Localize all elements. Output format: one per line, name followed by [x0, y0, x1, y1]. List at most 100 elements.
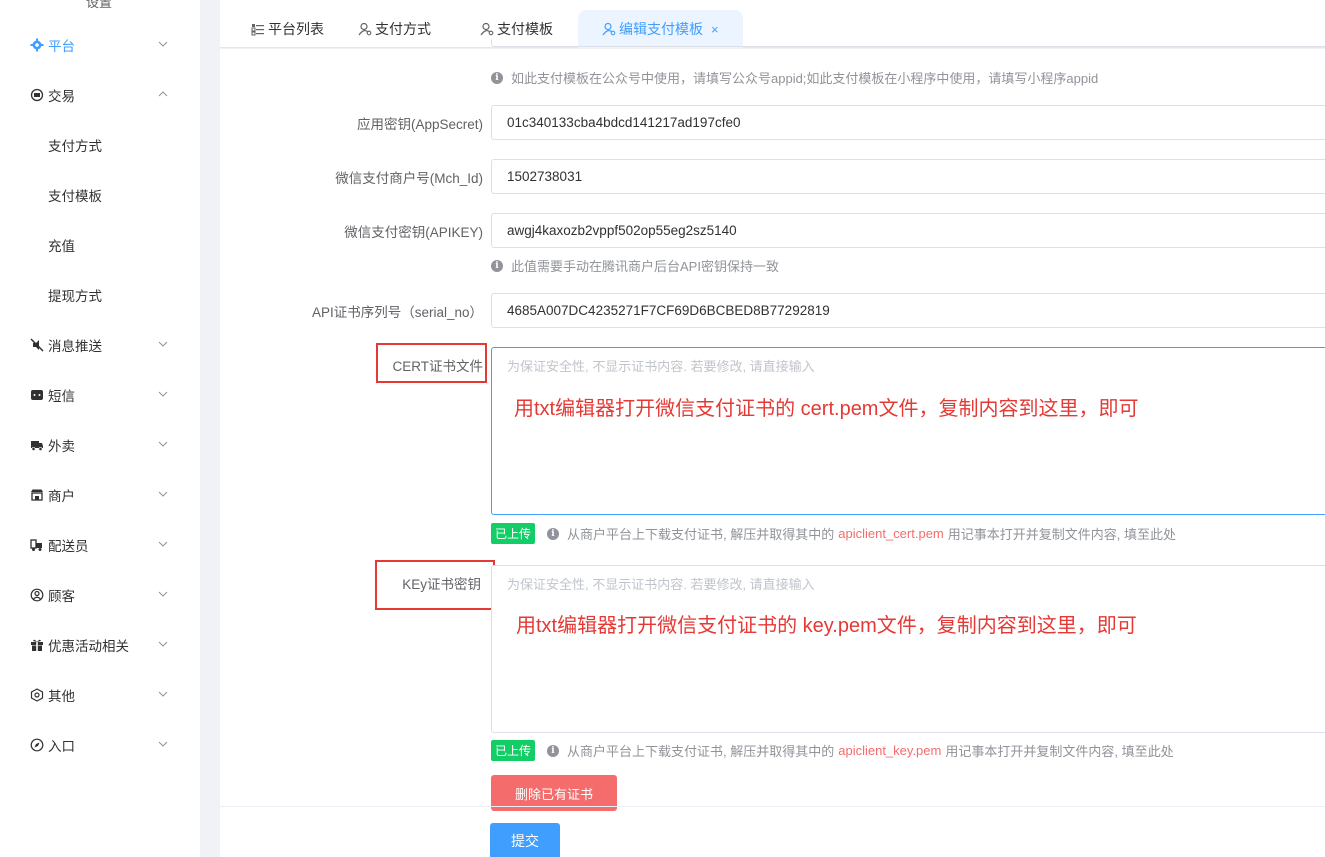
delivery-truck-icon	[30, 438, 44, 452]
chevron-down-icon	[158, 591, 168, 597]
chevron-down-icon	[158, 41, 168, 47]
key-tip-text-end: 用记事本打开并复制文件内容, 填至此处	[945, 744, 1174, 759]
sidebar-item-label: 入口	[48, 739, 75, 754]
sidebar-item-label: 交易	[48, 89, 75, 104]
info-icon: i	[547, 744, 560, 757]
key-tip-filename: apiclient_key.pem	[838, 743, 942, 758]
mchid-value: 1502738031	[507, 169, 583, 184]
sidebar-item-promotions[interactable]: 优惠活动相关	[0, 620, 200, 670]
hexagon-icon	[30, 688, 44, 702]
key-tip: 已上传 i 从商户平台上下载支付证书, 解压并取得其中的 apiclient_k…	[491, 740, 1174, 761]
trade-icon	[30, 88, 44, 102]
serial-value: 4685A007DC4235271F7CF69D6BCBED8B77292819	[507, 303, 830, 318]
compass-icon	[30, 738, 44, 752]
appid-tip-text: 如此支付模板在公众号中使用，请填写公众号appid;如此支付模板在小程序中使用，…	[511, 71, 1099, 86]
mute-icon	[30, 338, 44, 352]
sidebar-item-entry[interactable]: 入口	[0, 720, 200, 770]
cert-tip-text: 从商户平台上下载支付证书, 解压并取得其中的	[567, 527, 835, 542]
gear-icon	[30, 38, 44, 52]
sidebar-subitem-label: 提现方式	[48, 289, 102, 304]
cert-textarea[interactable]: 为保证安全性, 不显示证书内容. 若要修改, 请直接输入	[491, 347, 1325, 515]
tab-platform-list[interactable]: 平台列表	[251, 10, 324, 48]
chevron-down-icon	[158, 441, 168, 447]
chevron-down-icon	[158, 541, 168, 547]
uploaded-badge: 已上传	[491, 740, 536, 761]
appsecret-input[interactable]: 01c340133cba4bdcd141217ad197cfe0	[491, 105, 1325, 140]
cert-tip-filename: apiclient_cert.pem	[838, 526, 944, 541]
apikey-tip-text: 此值需要手动在腾讯商户后台API密钥保持一致	[511, 259, 779, 274]
cert-placeholder: 为保证安全性, 不显示证书内容. 若要修改, 请直接输入	[507, 359, 815, 374]
sidebar-cut-title: 设置	[86, 0, 113, 10]
mchid-input[interactable]: 1502738031	[491, 159, 1325, 194]
chevron-down-icon	[158, 341, 168, 347]
courier-icon	[30, 538, 44, 552]
submit-button[interactable]: 提交	[490, 823, 560, 857]
info-icon: i	[491, 71, 503, 84]
sidebar-item-label: 短信	[48, 389, 75, 404]
key-tip-text: 从商户平台上下载支付证书, 解压并取得其中的	[567, 744, 835, 759]
apikey-label: 微信支付密钥(APIKEY)	[344, 225, 483, 240]
cert-tip-text-end: 用记事本打开并复制文件内容, 填至此处	[947, 527, 1176, 542]
sidebar-item-label: 其他	[48, 689, 75, 704]
divider	[220, 806, 1325, 807]
info-icon: i	[547, 527, 560, 540]
sidebar-item-label: 外卖	[48, 439, 75, 454]
chevron-up-icon	[158, 91, 168, 97]
key-placeholder: 为保证安全性, 不显示证书内容. 若要修改, 请直接输入	[507, 577, 815, 592]
sidebar-subitem-label: 充值	[48, 239, 75, 254]
user-gear-icon	[358, 22, 372, 36]
appsecret-value: 01c340133cba4bdcd141217ad197cfe0	[507, 115, 741, 130]
sidebar-item-other[interactable]: 其他	[0, 670, 200, 720]
cert-annotation: 用txt编辑器打开微信支付证书的 cert.pem文件，复制内容到这里，即可	[514, 398, 1139, 420]
user-gear-icon	[602, 22, 616, 36]
sidebar-item-trade[interactable]: 交易	[0, 70, 200, 120]
sidebar-item-label: 商户	[48, 489, 75, 504]
gift-icon	[30, 638, 44, 652]
user-gear-icon	[480, 22, 494, 36]
sidebar-subitem-recharge[interactable]: 充值	[0, 220, 200, 270]
sidebar-item-label: 平台	[48, 39, 75, 54]
appid-input[interactable]	[491, 39, 1325, 47]
key-annotation: 用txt编辑器打开微信支付证书的 key.pem文件，复制内容到这里，即可	[516, 615, 1137, 637]
sidebar-subitem-label: 支付方式	[48, 139, 102, 154]
serial-input[interactable]: 4685A007DC4235271F7CF69D6BCBED8B77292819	[491, 293, 1325, 328]
sidebar-item-label: 配送员	[48, 539, 89, 554]
chevron-down-icon	[158, 691, 168, 697]
info-icon: i	[491, 259, 503, 272]
sidebar-subitem-pay-method[interactable]: 支付方式	[0, 120, 200, 170]
appsecret-label: 应用密钥(AppSecret)	[356, 117, 483, 132]
sidebar-item-platform[interactable]: 平台	[0, 20, 200, 70]
tab-label: 平台列表	[268, 21, 324, 37]
sidebar: 设置 平台 交易 支付方式 支付模板 充值 提现方式 消息推送 短信 外卖 商户…	[0, 0, 200, 857]
chevron-down-icon	[158, 491, 168, 497]
list-icon	[251, 22, 265, 36]
tab-label: 支付方式	[375, 21, 431, 37]
sidebar-subitem-label: 支付模板	[48, 189, 102, 204]
sidebar-item-push[interactable]: 消息推送	[0, 320, 200, 370]
form-panel: i 如此支付模板在公众号中使用，请填写公众号appid;如此支付模板在小程序中使…	[220, 39, 1325, 857]
chevron-down-icon	[158, 641, 168, 647]
chevron-down-icon	[158, 391, 168, 397]
close-icon[interactable]: ×	[711, 22, 719, 37]
tab-pay-method[interactable]: 支付方式	[358, 10, 431, 48]
apikey-tip: i 此值需要手动在腾讯商户后台API密钥保持一致	[491, 256, 779, 275]
sidebar-subitem-pay-template[interactable]: 支付模板	[0, 170, 200, 220]
user-circle-icon	[30, 588, 44, 602]
chevron-down-icon	[158, 741, 168, 747]
serial-label: API证书序列号（serial_no）	[311, 305, 483, 320]
key-textarea[interactable]: 为保证安全性, 不显示证书内容. 若要修改, 请直接输入	[491, 565, 1325, 733]
sidebar-item-sms[interactable]: 短信	[0, 370, 200, 420]
sidebar-item-label: 顾客	[48, 589, 75, 604]
apikey-input[interactable]: awgj4kaxozb2vppf502op55eg2sz5140	[491, 213, 1325, 248]
sidebar-item-label: 优惠活动相关	[48, 639, 129, 654]
sidebar-subitem-withdraw[interactable]: 提现方式	[0, 270, 200, 320]
tab-label: 编辑支付模板	[619, 21, 703, 37]
cert-label: CERT证书文件	[392, 359, 483, 374]
sidebar-item-merchant[interactable]: 商户	[0, 470, 200, 520]
shop-icon	[30, 488, 44, 502]
key-label: KEy证书密钥	[402, 577, 481, 592]
apikey-value: awgj4kaxozb2vppf502op55eg2sz5140	[507, 223, 737, 238]
sidebar-item-customer[interactable]: 顾客	[0, 570, 200, 620]
sidebar-item-courier[interactable]: 配送员	[0, 520, 200, 570]
sidebar-item-takeout[interactable]: 外卖	[0, 420, 200, 470]
